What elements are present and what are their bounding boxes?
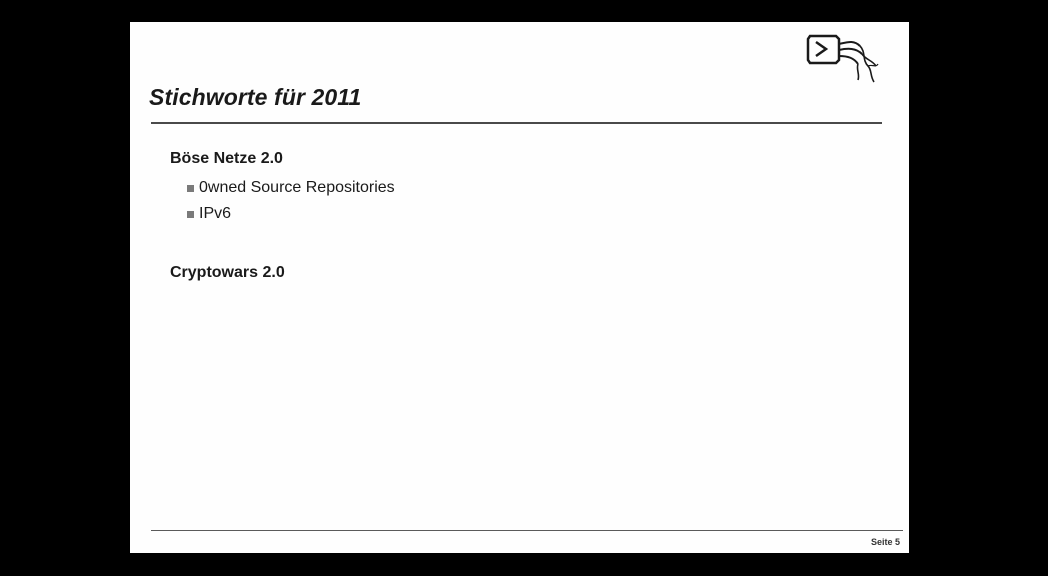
slide-title: Stichworte für 2011 [149,84,362,110]
bullet-text: IPv6 [199,205,232,222]
bullet-item: IPv6 [187,201,395,227]
chaos-computer-club-logo-icon [806,34,879,83]
bullet-list: 0wned Source Repositories IPv6 [187,175,395,227]
section-heading-boese-netze: Böse Netze 2.0 [170,150,283,167]
presentation-slide: Stichworte für 2011 Böse Netze 2.0 0wned… [130,22,909,553]
section-heading-cryptowars: Cryptowars 2.0 [170,264,285,281]
bullet-text: 0wned Source Repositories [199,179,395,196]
square-bullet-icon [187,185,194,192]
square-bullet-icon [187,211,194,218]
bullet-item: 0wned Source Repositories [187,175,395,201]
page-number: Seite 5 [870,537,900,547]
title-divider [151,122,882,124]
footer-divider [151,530,903,531]
